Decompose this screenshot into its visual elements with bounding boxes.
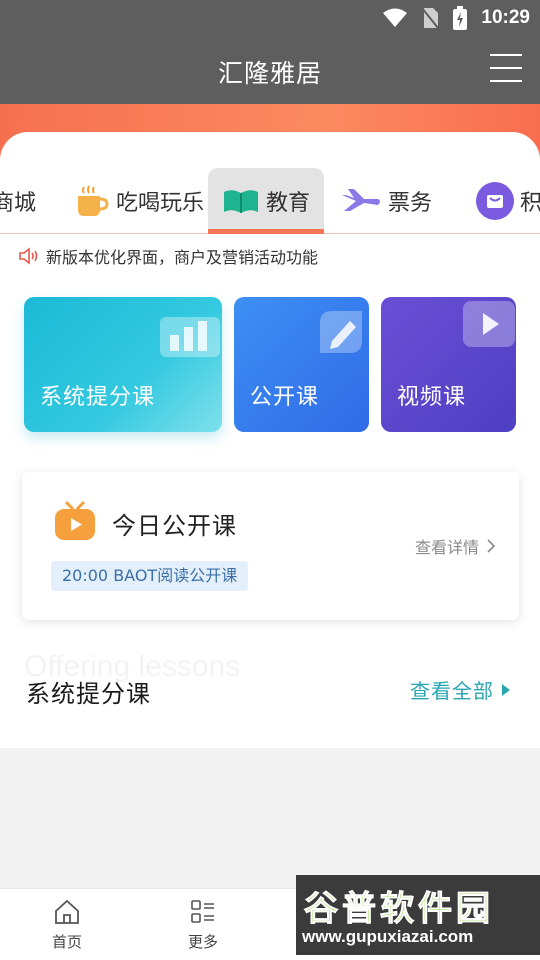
nav-label: 首页 <box>51 933 82 951</box>
gift-bag-icon <box>476 182 514 220</box>
tab-label: 积 <box>520 191 540 216</box>
class-time-badge: 20:00 BAOT阅读公开课 <box>51 561 249 591</box>
course-card-system[interactable]: 系统提分课 <box>24 297 222 432</box>
tab-tickets[interactable]: 票务 <box>340 168 432 234</box>
chevron-right-icon <box>487 539 495 553</box>
video-play-icon <box>463 301 515 347</box>
watermark-url: www.gupuxiazai.com <box>302 927 474 946</box>
triangle-right-icon <box>502 683 510 696</box>
tab-points[interactable]: 积 <box>476 168 540 234</box>
pencil-icon <box>320 311 362 353</box>
category-tabs: 商城 吃喝玩乐 教育 票务 积 <box>0 168 540 234</box>
tab-label: 教育 <box>266 191 311 216</box>
course-card-video[interactable]: 视频课 <box>381 297 516 432</box>
airplane-icon <box>342 189 380 211</box>
nav-more[interactable]: 更多 <box>168 899 238 952</box>
tab-label: 票务 <box>388 191 433 216</box>
hamburger-menu-icon[interactable] <box>490 54 522 84</box>
tv-icon <box>55 500 95 540</box>
view-all-label: 查看全部 <box>410 679 494 703</box>
app-header: 汇隆雅居 <box>0 36 540 104</box>
no-sim-icon <box>421 7 440 29</box>
view-all-link[interactable]: 查看全部 <box>410 675 510 704</box>
bar-chart-icon <box>160 317 220 357</box>
watermark: 谷普软件园 www.gupuxiazai.com <box>296 875 540 955</box>
watermark-title: 谷普软件园 <box>304 889 494 930</box>
tab-education[interactable]: 教育 <box>208 168 325 234</box>
section-title: 系统提分课 <box>26 680 151 708</box>
clock: 10:29 <box>481 7 530 28</box>
notice-bar[interactable]: 新版本优化界面，商户及营销活动功能 <box>18 244 318 268</box>
status-bar: 10:29 <box>0 0 540 36</box>
page-title: 汇隆雅居 <box>217 59 322 88</box>
speaker-icon <box>19 247 38 265</box>
tab-shop[interactable]: 商城 <box>0 168 36 234</box>
view-detail-link[interactable]: 查看详情 <box>415 534 495 558</box>
menu-grid-icon <box>191 900 214 923</box>
course-label: 视频课 <box>397 385 467 410</box>
wifi-icon <box>383 8 408 27</box>
tab-label: 吃喝玩乐 <box>116 191 205 216</box>
view-detail-label: 查看详情 <box>414 538 479 557</box>
main-card: 商城 吃喝玩乐 教育 票务 积 新版本优化界面，商户及营销活动功能 系统提分课 … <box>0 132 540 748</box>
battery-charging-icon <box>453 6 468 30</box>
course-label: 系统提分课 <box>40 385 156 410</box>
today-class-card[interactable]: 今日公开课 20:00 BAOT阅读公开课 查看详情 <box>22 472 519 620</box>
notice-text: 新版本优化界面，商户及营销活动功能 <box>46 248 319 267</box>
today-class-title: 今日公开课 <box>112 512 237 540</box>
open-book-icon <box>224 190 258 213</box>
tab-food-fun[interactable]: 吃喝玩乐 <box>74 168 204 234</box>
tab-label: 商城 <box>0 191 37 216</box>
nav-label: 更多 <box>187 933 218 951</box>
course-card-open[interactable]: 公开课 <box>234 297 369 432</box>
coffee-cup-icon <box>78 185 109 216</box>
home-icon <box>55 899 79 924</box>
course-label: 公开课 <box>250 385 320 410</box>
nav-home[interactable]: 首页 <box>32 899 102 952</box>
